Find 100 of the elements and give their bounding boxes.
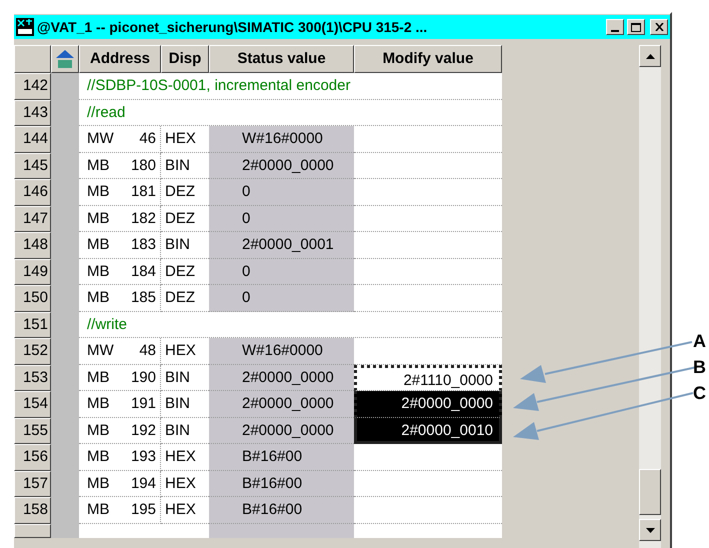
row-number[interactable]: 153 [14,364,51,391]
column-header[interactable]: Modify value [354,45,502,73]
row-number[interactable] [14,524,51,538]
table-cell: W#16#0000 [209,338,354,364]
table-cell: 0 [209,258,354,285]
table-cell-text: 46 [138,129,156,149]
row-number[interactable]: 151 [14,312,51,338]
table-cell: BIN [161,152,209,179]
table-cell: B#16#00 [209,470,354,497]
maximize-button[interactable] [627,19,645,35]
comment-cell: //SDBP-10S-0001, incremental encoder [79,73,502,100]
table-cell: BIN [161,364,209,391]
scroll-up-button[interactable] [639,45,661,67]
table-cell: HEX [161,470,209,497]
row-number[interactable]: 157 [14,470,51,497]
row-number[interactable]: 144 [14,126,51,152]
minimize-button[interactable] [606,19,624,35]
table-cell[interactable]: 2#0000_0000 [354,391,502,418]
close-button[interactable] [650,19,668,35]
table-cell-text: MB [87,288,110,308]
table-cell-text: 192 [130,420,156,440]
table-cell-text: 191 [130,394,156,414]
table-cell-text: MB [87,235,110,255]
table-cell: HEX [161,338,209,364]
minimize-icon [611,30,619,32]
table-cell[interactable]: 2#0000_0010 [354,418,502,444]
table-icon [55,49,75,69]
table-cell-text: MB [87,394,110,414]
table-cell-text: 195 [130,500,156,520]
table-cell: HEX [161,126,209,152]
table-cell-text: 181 [130,182,156,202]
row-number[interactable]: 149 [14,258,51,285]
table-cell-text: MB [87,420,110,440]
column-header[interactable]: Status value [209,45,354,73]
close-icon [654,23,664,31]
callout-label: B [693,356,706,379]
window-title: @VAT_1 -- piconet_sicherung\SIMATIC 300(1)\CPU 315-2 ... [37,18,428,37]
row-number[interactable]: 143 [14,100,51,126]
up-arrow-icon [646,54,654,58]
table-cell-text: 185 [130,288,156,308]
table-cell: 2#0000_0001 [209,232,354,258]
table-cell-text: MW [87,341,115,361]
table-cell-text: 180 [130,156,156,176]
row-number[interactable]: 147 [14,206,51,232]
table-cell-text: 183 [130,235,156,255]
comment-cell: //read [79,100,502,126]
table-cell: 0 [209,206,354,232]
callout-label: A [693,330,706,353]
scroll-thumb[interactable] [639,469,661,515]
table-cell-text: 48 [138,341,156,361]
table-cell-text: 194 [130,474,156,494]
table-cell: DEZ [161,258,209,285]
table-cell: 2#0000_0000 [209,152,354,179]
comment-cell: //write [79,312,502,338]
column-header[interactable]: Disp [161,45,209,73]
table-cell: W#16#0000 [209,126,354,152]
table-cell-text: MB [87,262,110,282]
row-number[interactable]: 154 [14,391,51,418]
marker-cell [51,73,79,100]
table-cell: 2#0000_0000 [209,391,354,418]
table-cell: 2#0000_0000 [209,364,354,391]
table-cell: BIN [161,391,209,418]
row-number[interactable]: 142 [14,73,51,100]
row-number[interactable]: 152 [14,338,51,364]
table-cell-text: MB [87,500,110,520]
row-number[interactable]: 150 [14,285,51,312]
table-cell: B#16#00 [209,497,354,524]
table-cell: DEZ [161,285,209,312]
table-cell-text: 182 [130,208,156,228]
table-cell-text: 184 [130,262,156,282]
column-header[interactable]: Address [79,45,161,73]
table-cell-text: MB [87,182,110,202]
table-cell-text: 190 [130,368,156,388]
row-number[interactable]: 146 [14,179,51,206]
table-cell: DEZ [161,179,209,206]
row-number[interactable]: 158 [14,497,51,524]
table-cell: DEZ [161,206,209,232]
table-cell-text: MB [87,368,110,388]
table-cell: HEX [161,444,209,470]
callout-label: C [693,382,706,405]
table-cell-text: MB [87,208,110,228]
table-cell: HEX [161,497,209,524]
table-cell-text: MB [87,474,110,494]
table-cell-text: 193 [130,447,156,467]
scrollbar[interactable] [639,45,661,548]
table-cell-text: MB [87,156,110,176]
table-cell-text: MB [87,447,110,467]
table-cell: 0 [209,179,354,206]
down-arrow-icon [646,528,654,532]
table-cell: BIN [161,418,209,444]
table-cell[interactable]: 2#1110_0000 [354,364,502,391]
row-number[interactable]: 148 [14,232,51,258]
marker-cell [51,524,79,538]
table-cell-text: MW [87,129,115,149]
scroll-down-button[interactable] [639,519,661,541]
row-number[interactable]: 145 [14,152,51,179]
row-number[interactable]: 155 [14,418,51,444]
table-cell: 0 [209,285,354,312]
table-cell: B#16#00 [209,444,354,470]
row-number[interactable]: 156 [14,444,51,470]
